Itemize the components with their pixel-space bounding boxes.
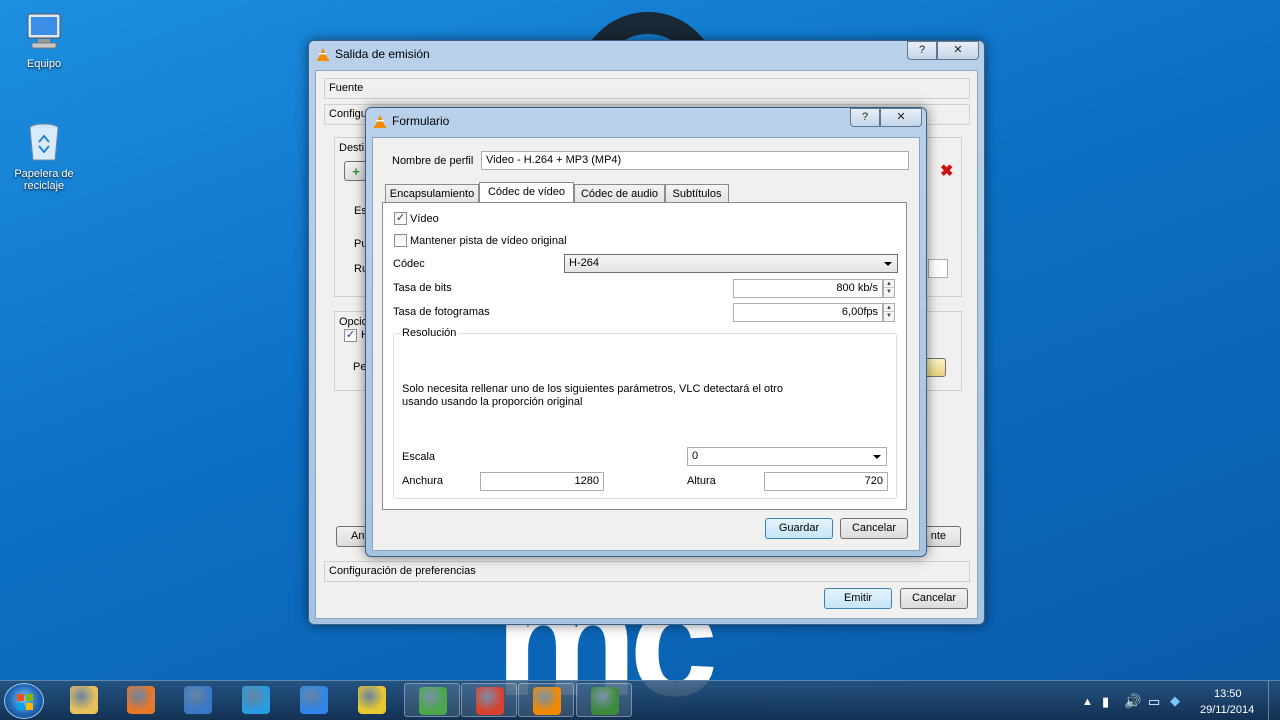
- spin-up-icon: ▲: [884, 280, 894, 288]
- chevron-down-icon: [884, 262, 892, 266]
- taskbar-item-vlc[interactable]: [518, 683, 574, 717]
- window-title: Salida de emisión: [335, 47, 430, 61]
- vlc-cone-icon: [374, 115, 386, 128]
- tray-up-arrow-icon[interactable]: ▲: [1082, 696, 1093, 708]
- dropbox-icon: [300, 686, 328, 714]
- spin-down-icon: ▼: [886, 289, 892, 295]
- cancel-button[interactable]: Cancelar: [900, 588, 968, 609]
- taskbar-item-monitor[interactable]: [576, 683, 632, 717]
- taskbar-item-chrome[interactable]: [461, 683, 517, 717]
- close-button[interactable]: ✕: [937, 41, 979, 60]
- internet-explorer-icon: [242, 686, 270, 714]
- explorer-icon: [70, 686, 98, 714]
- preferences-label: Configuración de preferencias: [329, 565, 476, 577]
- bitrate-label: Tasa de bits: [393, 282, 452, 294]
- codec-select-value: H-264: [569, 257, 599, 269]
- route-field[interactable]: [928, 259, 948, 278]
- tab-codec-video[interactable]: Códec de vídeo: [479, 182, 574, 203]
- width-field[interactable]: 1280: [480, 472, 604, 491]
- codec-select[interactable]: H-264: [564, 254, 898, 273]
- tray-dropbox-icon[interactable]: ◆: [1170, 693, 1180, 709]
- clock-date[interactable]: 29/11/2014: [1200, 704, 1254, 716]
- clock-time[interactable]: 13:50: [1214, 688, 1242, 700]
- taskbar-item-internet-explorer[interactable]: [228, 683, 284, 717]
- taskbar-item-keys[interactable]: [344, 683, 400, 717]
- fuente-section: Fuente: [324, 78, 970, 99]
- taskbar-item-task-app[interactable]: [404, 683, 460, 717]
- tray-network-icon[interactable]: ▭: [1148, 694, 1160, 710]
- scale-label: Escala: [402, 451, 436, 463]
- show-desktop-button[interactable]: [1268, 681, 1280, 720]
- bitrate-spinner[interactable]: ▲ ▼: [883, 279, 895, 298]
- tab-subtitulos[interactable]: Subtítulos: [665, 184, 729, 203]
- profile-name-field[interactable]: Video - H.264 + MP3 (MP4): [481, 151, 909, 170]
- remove-destination-icon[interactable]: ✖: [940, 161, 953, 181]
- framerate-spinner[interactable]: ▲ ▼: [883, 303, 895, 322]
- monitor-icon: [591, 687, 619, 715]
- preferences-section: Configuración de preferencias: [324, 561, 970, 582]
- emit-button[interactable]: Emitir: [824, 588, 892, 609]
- dialog-cancel-button[interactable]: Cancelar: [840, 518, 908, 539]
- taskbar-item-explorer[interactable]: [56, 683, 112, 717]
- width-label: Anchura: [402, 475, 443, 487]
- desktop-icon-papelera[interactable]: Papelera de reciclaje: [4, 120, 84, 192]
- profile-name-label: Nombre de perfil: [392, 155, 474, 167]
- dialog-title: Formulario: [392, 114, 450, 128]
- scale-select-value: 0: [692, 450, 699, 462]
- tray-power-icon[interactable]: ▮: [1102, 694, 1109, 710]
- scale-select[interactable]: 0: [687, 447, 887, 466]
- keep-track-label: Mantener pista de vídeo original: [410, 235, 567, 247]
- codec-label: Códec: [393, 258, 425, 270]
- close-button[interactable]: ✕: [880, 108, 922, 127]
- height-field[interactable]: 720: [764, 472, 888, 491]
- desktop-icon-equipo[interactable]: Equipo: [4, 10, 84, 70]
- recycle-bin-icon: [22, 120, 66, 164]
- plus-icon: +: [352, 164, 360, 179]
- spin-down-icon: ▼: [886, 313, 892, 319]
- help-button[interactable]: ?: [850, 108, 880, 127]
- video-checkbox[interactable]: ✓: [394, 212, 407, 225]
- opciones-checkbox[interactable]: ✓: [344, 329, 357, 342]
- save-button[interactable]: Guardar: [765, 518, 833, 539]
- start-button[interactable]: [4, 683, 44, 719]
- desktop-icon-label: Equipo: [26, 58, 62, 70]
- windows-logo-icon: [17, 694, 33, 710]
- fuente-label: Fuente: [329, 82, 364, 94]
- tab-encapsulamiento[interactable]: Encapsulamiento: [385, 184, 479, 203]
- help-button[interactable]: ?: [907, 41, 937, 60]
- bitrate-field[interactable]: 800 kb/s: [733, 279, 883, 298]
- video-checkbox-label: Vídeo: [410, 213, 439, 225]
- spin-up-icon: ▲: [884, 304, 894, 312]
- task-app-icon: [419, 687, 447, 715]
- resolution-note-line1: Solo necesita rellenar uno de los siguie…: [402, 383, 783, 395]
- keys-icon: [358, 686, 386, 714]
- profile-edit-button[interactable]: [924, 358, 946, 377]
- opciones-label: Opcio: [339, 316, 368, 328]
- vlc-icon: [533, 687, 561, 715]
- resolution-note-line2: usando usando la proporción original: [402, 396, 583, 408]
- vlc-cone-icon: [317, 48, 329, 61]
- firefox-icon: [127, 686, 155, 714]
- taskbar-item-dropbox[interactable]: [286, 683, 342, 717]
- resolution-label: Resolución: [400, 327, 459, 339]
- tab-codec-audio[interactable]: Códec de audio: [574, 184, 665, 203]
- thunderbird-icon: [184, 686, 212, 714]
- framerate-label: Tasa de fotogramas: [393, 306, 490, 318]
- chevron-down-icon: [873, 455, 881, 459]
- taskbar-item-thunderbird[interactable]: [170, 683, 226, 717]
- height-label: Altura: [687, 475, 716, 487]
- computer-icon: [22, 10, 66, 54]
- keep-track-checkbox[interactable]: [394, 234, 407, 247]
- desktop-icon-label: Papelera de reciclaje: [14, 168, 74, 192]
- destinos-label: Desti: [339, 142, 365, 154]
- taskbar-item-firefox[interactable]: [113, 683, 169, 717]
- framerate-field[interactable]: 6,00fps: [733, 303, 883, 322]
- chrome-icon: [476, 687, 504, 715]
- tray-volume-icon[interactable]: 🔊: [1124, 693, 1141, 710]
